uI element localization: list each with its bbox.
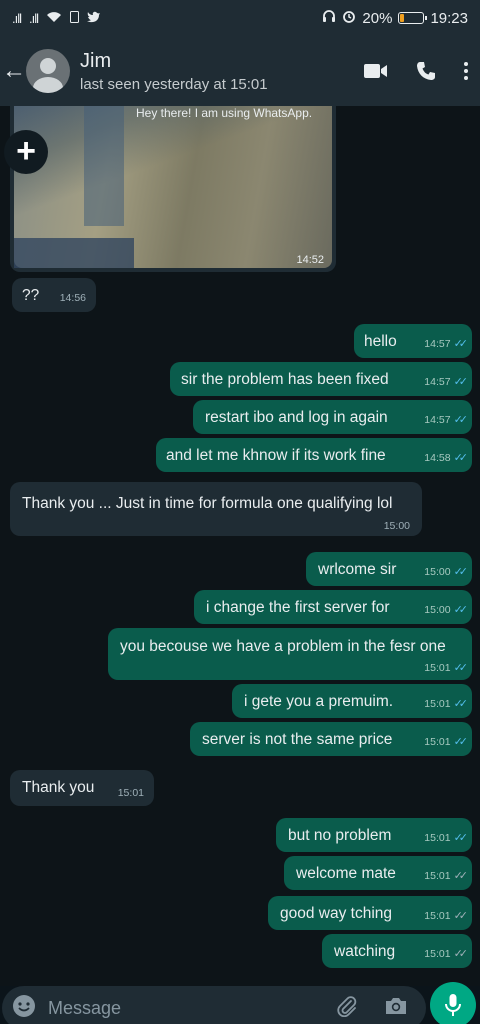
message-bubble[interactable]: i gete you a premuim. 15:01 ✓✓ [232, 684, 472, 718]
attach-icon[interactable] [336, 995, 358, 1022]
camera-icon[interactable] [384, 996, 408, 1021]
message-time: 14:57 [424, 376, 451, 389]
twitter-icon [87, 11, 101, 26]
message-time: 15:00 [424, 604, 451, 617]
input-bar: Message [0, 982, 480, 1024]
delivered-tick-icon: ✓✓ [453, 910, 469, 922]
message-bubble[interactable]: server is not the same price 15:01 ✓✓ [190, 722, 472, 756]
message-text: ?? [22, 287, 40, 304]
mic-button[interactable] [430, 982, 476, 1024]
message-time: 14:52 [296, 254, 324, 266]
sim-icon [70, 10, 79, 26]
message-time: 15:01 [424, 832, 451, 845]
read-tick-icon: ✓✓ [453, 736, 469, 748]
status-photo[interactable] [14, 106, 332, 268]
message-text: good way tching [280, 905, 393, 922]
read-tick-icon: ✓✓ [453, 662, 469, 674]
message-bubble[interactable]: but no problem 15:01 ✓✓ [276, 818, 472, 852]
back-arrow-icon[interactable]: ← [2, 57, 26, 85]
delivered-tick-icon: ✓✓ [453, 948, 469, 960]
message-text: restart ibo and log in again [205, 409, 388, 426]
message-input[interactable]: Message [2, 986, 426, 1024]
read-tick-icon: ✓✓ [453, 604, 469, 616]
clock: 19:23 [430, 9, 468, 27]
message-text: welcome mate [296, 865, 396, 882]
message-time: 15:01 [424, 910, 451, 923]
message-time: 15:01 [424, 662, 451, 675]
chat-area[interactable]: 14:52 Hey there! I am using WhatsApp. + … [0, 106, 480, 986]
video-call-icon[interactable] [364, 63, 388, 79]
emoji-icon[interactable] [12, 994, 36, 1023]
signal-icon-2: .ıll [29, 10, 39, 26]
message-bubble[interactable]: welcome mate 15:01 ✓✓ [284, 856, 472, 890]
message-time: 15:01 [424, 736, 451, 749]
message-time: 15:01 [424, 698, 451, 711]
image-message[interactable]: 14:52 [10, 106, 336, 272]
read-tick-icon: ✓✓ [453, 832, 469, 844]
read-tick-icon: ✓✓ [453, 698, 469, 710]
contact-info[interactable]: Jim last seen yesterday at 15:01 [80, 50, 268, 93]
message-placeholder: Message [48, 997, 122, 1018]
message-time: 15:01 [424, 948, 451, 961]
message-text: and let me khnow if its work fine [166, 447, 386, 464]
read-tick-icon: ✓✓ [453, 414, 469, 426]
message-time: 14:56 [59, 292, 86, 304]
read-tick-icon: ✓✓ [453, 566, 469, 578]
message-text: sir the problem has been fixed [181, 371, 389, 388]
battery-percent: 20% [362, 9, 393, 27]
message-time: 15:00 [424, 566, 451, 579]
message-text: Thank you [22, 779, 95, 796]
message-time: 15:00 [383, 520, 410, 532]
message-time: 15:01 [117, 787, 144, 799]
last-seen: last seen yesterday at 15:01 [80, 75, 268, 93]
wifi-icon [46, 11, 62, 26]
status-bar: .ıll .ıll 20% 19:23 [0, 0, 480, 36]
status-caption: Hey there! I am using WhatsApp. [136, 106, 313, 120]
message-bubble[interactable]: restart ibo and log in again 14:57 ✓✓ [193, 400, 472, 434]
message-bubble[interactable]: i change the first server for 15:00 ✓✓ [194, 590, 472, 624]
battery-icon [398, 12, 428, 24]
message-time: 14:57 [424, 414, 451, 427]
message-bubble[interactable]: ?? 14:56 [12, 278, 96, 312]
message-text: but no problem [288, 827, 392, 844]
voice-call-icon[interactable] [416, 61, 436, 81]
read-tick-icon: ✓✓ [453, 338, 469, 350]
message-text: you becouse we have a problem in the fes… [120, 638, 446, 655]
contact-name: Jim [80, 49, 112, 72]
message-text: i change the first server for [206, 599, 390, 616]
message-bubble[interactable]: watching 15:01 ✓✓ [322, 934, 472, 968]
message-bubble[interactable]: good way tching 15:01 ✓✓ [268, 896, 472, 930]
message-time: 15:01 [424, 870, 451, 883]
message-text: server is not the same price [202, 731, 393, 748]
message-text: wrlcome sir [318, 561, 397, 578]
headphones-icon [322, 9, 336, 27]
message-bubble[interactable]: sir the problem has been fixed 14:57 ✓✓ [170, 362, 472, 396]
message-text: Thank you ... Just in time for formula o… [22, 495, 393, 512]
read-tick-icon: ✓✓ [453, 376, 469, 388]
message-bubble[interactable]: and let me khnow if its work fine 14:58 ✓… [156, 438, 472, 472]
add-icon[interactable]: + [4, 130, 48, 174]
chat-header: ← Jim last seen yesterday at 15:01 [0, 36, 480, 106]
read-tick-icon: ✓✓ [453, 452, 469, 464]
avatar[interactable] [26, 49, 70, 93]
alarm-icon [342, 9, 356, 27]
message-bubble[interactable]: Thank you 15:01 [10, 770, 154, 806]
more-options-icon[interactable] [464, 62, 468, 80]
mic-icon [445, 994, 461, 1016]
message-time: 14:58 [424, 452, 451, 465]
signal-icon: .ıll [12, 10, 22, 26]
message-text: hello [364, 333, 397, 350]
message-text: i gete you a premuim. [244, 693, 394, 710]
message-bubble[interactable]: you becouse we have a problem in the fes… [108, 628, 472, 680]
message-bubble[interactable]: hello 14:57 ✓✓ [354, 324, 472, 358]
message-bubble[interactable]: wrlcome sir 15:00 ✓✓ [306, 552, 472, 586]
message-bubble[interactable]: Thank you ... Just in time for formula o… [10, 482, 422, 536]
message-text: watching [334, 943, 396, 960]
delivered-tick-icon: ✓✓ [453, 870, 469, 882]
message-time: 14:57 [424, 338, 451, 351]
